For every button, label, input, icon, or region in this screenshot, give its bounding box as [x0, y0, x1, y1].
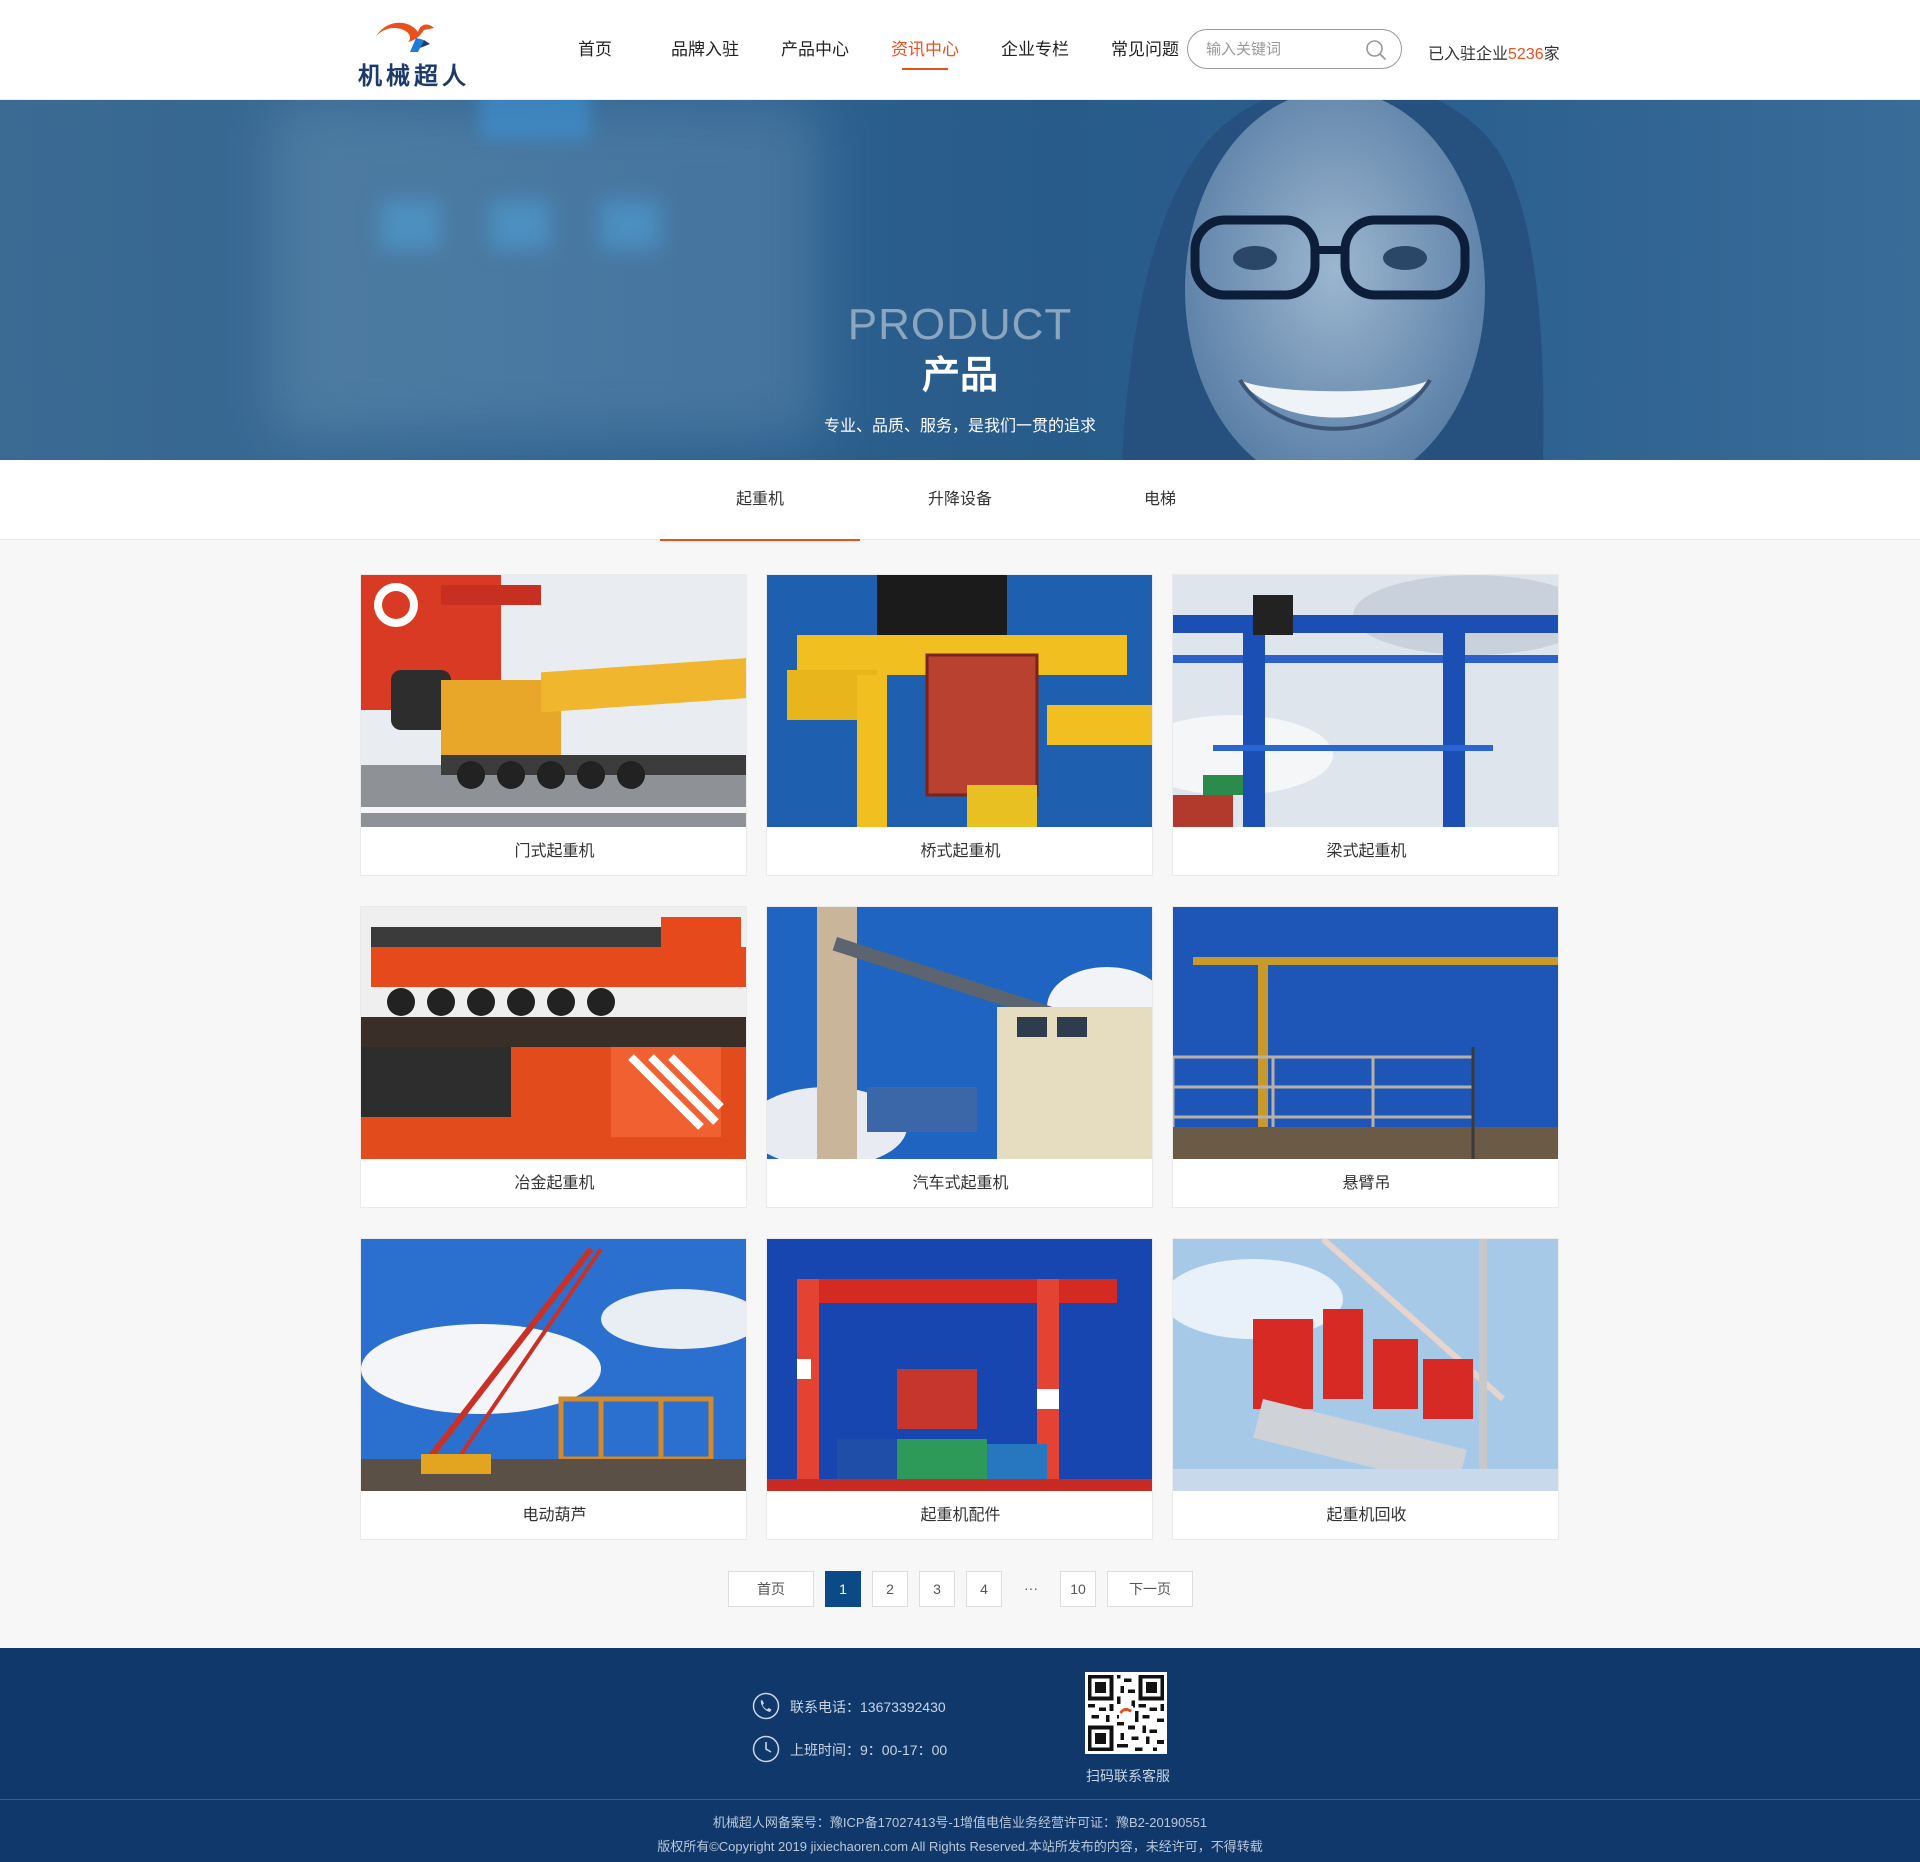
page-2[interactable]: 2	[872, 1571, 908, 1607]
page-3[interactable]: 3	[919, 1571, 955, 1607]
site-logo[interactable]: 机械超人	[358, 14, 498, 90]
page-1[interactable]: 1	[825, 1571, 861, 1607]
product-name: 起重机回收	[1326, 1507, 1407, 1524]
qr-code	[1085, 1672, 1167, 1754]
product-card[interactable]: 起重机配件	[766, 1238, 1153, 1540]
product-name: 冶金起重机	[514, 1175, 595, 1192]
tab-elevator[interactable]: 电梯	[1060, 460, 1260, 540]
copyright: 版权所有©Copyright 2019 jixiechaoren.com All…	[657, 1839, 1263, 1854]
product-card[interactable]: 梁式起重机	[1172, 574, 1559, 876]
logo-mark-icon	[376, 22, 434, 52]
icp-record: 机械超人网备案号：豫ICP备17027413号-1增值电信业务经营许可证：豫B2…	[712, 1815, 1208, 1830]
nav-news[interactable]: 资讯中心	[870, 0, 980, 100]
page-4[interactable]: 4	[966, 1571, 1002, 1607]
lego-movie-crane-image	[1173, 1239, 1558, 1491]
smiling-woman-image	[1122, 100, 1544, 460]
tab-crane[interactable]: 起重机	[660, 460, 860, 541]
mobile-crane-truck-image	[361, 575, 746, 827]
product-card[interactable]: 冶金起重机	[360, 906, 747, 1208]
product-name: 门式起重机	[514, 843, 595, 860]
product-card[interactable]: 起重机回收	[1172, 1238, 1559, 1540]
product-name: 电动葫芦	[522, 1507, 587, 1524]
product-name: 起重机配件	[920, 1507, 1001, 1524]
pagination: 首页 1 2 3 4 ··· 10 下一页	[728, 1571, 1204, 1607]
page-10[interactable]: 10	[1060, 1571, 1096, 1607]
joined-count: 5236	[1508, 46, 1544, 63]
search-icon[interactable]	[1365, 39, 1387, 61]
page-ellipsis: ···	[1024, 1580, 1038, 1596]
banner-bg-light	[490, 200, 550, 250]
tower-crane-image	[1173, 907, 1558, 1159]
phone-icon	[752, 1692, 780, 1720]
nav-products[interactable]: 产品中心	[760, 0, 870, 100]
nav-enterprise[interactable]: 企业专栏	[980, 0, 1090, 100]
joined-suffix: 家	[1543, 46, 1560, 63]
qr-label: 扫码联系客服	[1086, 1768, 1170, 1784]
product-name: 悬臂吊	[1342, 1175, 1391, 1192]
container-crane-image	[767, 575, 1152, 827]
banner-title-en: PRODUCT	[847, 300, 1073, 349]
footer-divider	[0, 1799, 1920, 1800]
tab-lifting-equipment[interactable]: 升降设备	[860, 460, 1060, 540]
crawler-crane-image	[361, 1239, 746, 1491]
phone-text: 联系电话：13673392430	[790, 1699, 946, 1715]
hours-text: 上班时间：9：00-17：00	[790, 1742, 948, 1758]
qr-code-icon	[1088, 1675, 1164, 1751]
red-gantry-crane-image	[767, 1239, 1152, 1491]
product-card[interactable]: 电动葫芦	[360, 1238, 747, 1540]
page-first[interactable]: 首页	[728, 1571, 814, 1607]
ship-container-crane-image	[767, 907, 1152, 1159]
banner-bg-light	[380, 200, 440, 250]
product-card[interactable]: 汽车式起重机	[766, 906, 1153, 1208]
clock-icon	[752, 1735, 780, 1763]
product-card[interactable]: 门式起重机	[360, 574, 747, 876]
search-input[interactable]	[1206, 38, 1356, 60]
banner-title-cn: 产品	[921, 355, 998, 397]
product-card[interactable]: 悬臂吊	[1172, 906, 1559, 1208]
product-name: 汽车式起重机	[912, 1175, 1009, 1192]
product-card[interactable]: 桥式起重机	[766, 574, 1153, 876]
nav-brand-join[interactable]: 品牌入驻	[650, 0, 760, 100]
joined-prefix: 已入驻企业	[1428, 46, 1509, 63]
page-next[interactable]: 下一页	[1107, 1571, 1193, 1607]
nav-home[interactable]: 首页	[540, 0, 650, 100]
category-tabs: 起重机 升降设备 电梯	[0, 460, 1920, 541]
banner-bg-light	[480, 100, 590, 140]
banner-bg-light	[600, 200, 660, 250]
orange-heavy-crane-image	[361, 907, 746, 1159]
site-header: 机械超人 首页 品牌入驻 产品中心 资讯中心 企业专栏 常见问题 已入驻企业52…	[0, 0, 1920, 100]
banner-subtitle: 专业、品质、服务，是我们一贯的追求	[823, 418, 1096, 435]
main-nav: 首页 品牌入驻 产品中心 资讯中心 企业专栏 常见问题	[540, 0, 1200, 100]
nav-faq[interactable]: 常见问题	[1090, 0, 1200, 100]
joined-enterprises: 已入驻企业5236家	[1428, 40, 1560, 64]
blue-gantry-crane-image	[1173, 575, 1558, 827]
logo-text: 机械超人	[358, 62, 470, 90]
hero-banner: PRODUCT 产品 专业、品质、服务，是我们一贯的追求	[0, 100, 1920, 460]
search-box	[1187, 29, 1402, 69]
product-name: 梁式起重机	[1326, 843, 1407, 860]
site-footer: 联系电话：13673392430 上班时间：9：00-17：00 扫码联系客服 …	[0, 1648, 1920, 1862]
product-name: 桥式起重机	[920, 843, 1001, 860]
